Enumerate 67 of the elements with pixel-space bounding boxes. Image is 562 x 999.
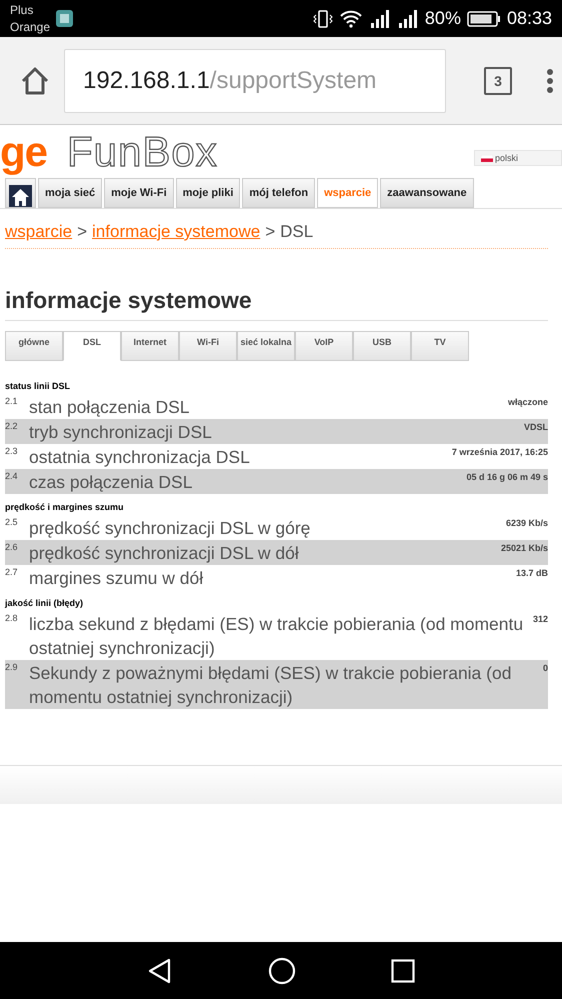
row-value: 6239 Kb/s bbox=[506, 517, 548, 530]
row-label: prędkość synchronizacji DSL w górę bbox=[29, 517, 312, 540]
row-label: ostatnia synchronizacja DSL bbox=[29, 446, 251, 469]
vibrate-icon bbox=[312, 8, 333, 28]
subtab[interactable]: VoIP bbox=[295, 331, 353, 361]
signal-icon bbox=[368, 8, 391, 28]
flag-icon bbox=[481, 154, 493, 162]
row-number: 2.5 bbox=[5, 516, 19, 529]
row-value: włączone bbox=[508, 396, 548, 409]
wifi-icon bbox=[338, 8, 363, 28]
language-selector[interactable]: polski bbox=[474, 150, 562, 166]
row-value: 13.7 dB bbox=[516, 567, 548, 580]
subtab[interactable]: Wi-Fi bbox=[179, 331, 237, 361]
breadcrumb-separator: > bbox=[77, 222, 88, 242]
subtab[interactable]: DSL bbox=[63, 331, 121, 361]
home-icon bbox=[9, 185, 32, 207]
home-icon[interactable] bbox=[20, 66, 50, 96]
row-value: 7 września 2017, 16:25 bbox=[452, 446, 548, 459]
page-title: informacje systemowe bbox=[5, 287, 548, 321]
logo-product: FunBox bbox=[67, 128, 218, 176]
row-label: margines szumu w dół bbox=[29, 567, 204, 590]
nav-tab[interactable]: zaawansowane bbox=[380, 178, 474, 208]
row-number: 2.2 bbox=[5, 420, 19, 433]
nav-tab[interactable]: moje Wi-Fi bbox=[104, 178, 174, 208]
logo-brand: ge bbox=[0, 128, 48, 176]
image-icon bbox=[56, 10, 74, 27]
row-number: 2.6 bbox=[5, 541, 19, 554]
home-tab[interactable] bbox=[5, 178, 36, 208]
battery-icon bbox=[466, 10, 501, 28]
recents-icon[interactable] bbox=[390, 958, 415, 982]
row-value: 05 d 16 g 06 m 49 s bbox=[466, 471, 548, 484]
row-label: Sekundy z poważnymi błędami (SES) w trakcie pobierania (od momentu ostatniej synchronizacji) bbox=[29, 662, 512, 709]
row-value: 25021 Kb/s bbox=[500, 542, 548, 555]
signal-icon bbox=[396, 8, 419, 28]
row-value: VDSL bbox=[524, 421, 548, 434]
row-label: czas połączenia DSL bbox=[29, 471, 194, 494]
breadcrumb-current: DSL bbox=[280, 222, 314, 242]
section-title: jakość linii (błędy) bbox=[5, 598, 84, 608]
subtab[interactable]: główne bbox=[5, 331, 63, 361]
subtab[interactable]: sieć lokalna bbox=[237, 331, 295, 361]
row-number: 2.9 bbox=[5, 661, 19, 674]
row-number: 2.1 bbox=[5, 395, 19, 408]
subtab[interactable]: USB bbox=[353, 331, 411, 361]
row-number: 2.7 bbox=[5, 566, 19, 579]
address-field[interactable]: 192.168.1.1/supportSystem bbox=[64, 48, 446, 112]
row-number: 2.8 bbox=[5, 612, 19, 625]
row-label: stan połączenia DSL bbox=[29, 396, 191, 419]
subtab[interactable]: Internet bbox=[121, 331, 179, 361]
row-label: tryb synchronizacji DSL bbox=[29, 421, 213, 444]
section-title: status linii DSL bbox=[5, 381, 72, 391]
breadcrumb-separator: > bbox=[265, 222, 276, 242]
row-value: 312 bbox=[532, 613, 548, 626]
row-number: 2.3 bbox=[5, 445, 19, 458]
row-label: prędkość synchronizacji DSL w dół bbox=[29, 542, 300, 565]
battery-percent: 80% bbox=[424, 8, 461, 29]
nav-tab[interactable]: moje pliki bbox=[176, 178, 240, 208]
clock-time: 08:33 bbox=[506, 8, 552, 29]
nav-tab[interactable]: mój telefon bbox=[242, 178, 316, 208]
row-label: liczba sekund z błędami (ES) w trakcie pobierania (od momentu ostatniej synchronizacji) bbox=[29, 613, 524, 660]
row-number: 2.4 bbox=[5, 470, 19, 483]
nav-tab[interactable]: moja sieć bbox=[38, 178, 102, 208]
section-title: prędkość i margines szumu bbox=[5, 502, 125, 512]
subtab[interactable]: TV bbox=[411, 331, 469, 361]
menu-icon[interactable] bbox=[546, 68, 554, 94]
row-value: 0 bbox=[542, 662, 548, 675]
carrier-name: Plus Orange bbox=[10, 2, 50, 36]
tab-count-button[interactable]: 3 bbox=[484, 66, 512, 94]
